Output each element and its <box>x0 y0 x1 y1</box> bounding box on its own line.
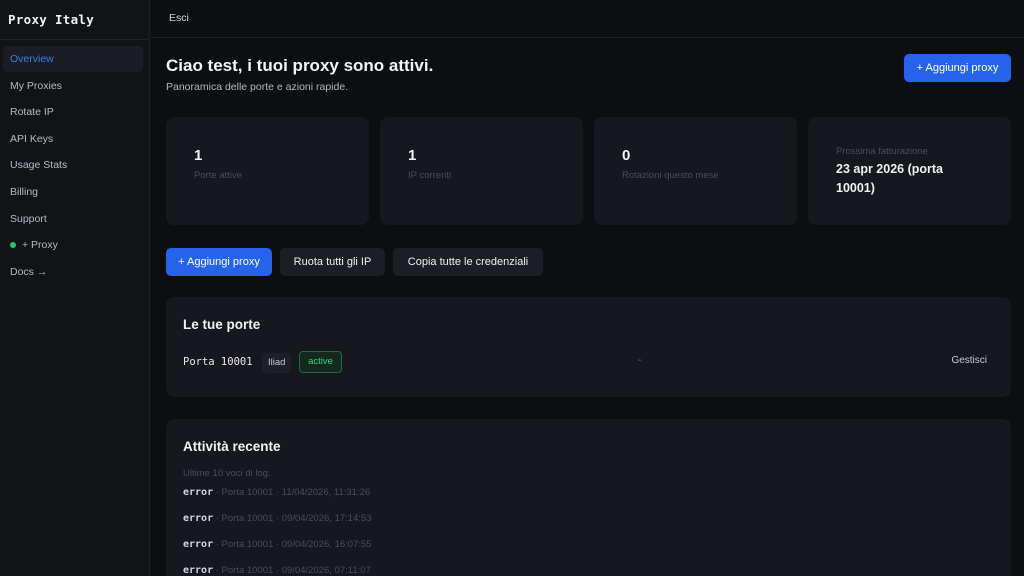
stat-label: Rotazioni questo mese <box>622 170 719 181</box>
sidebar-item-api-keys[interactable]: API Keys <box>3 126 143 152</box>
add-proxy-header-button[interactable]: + Aggiungi proxy <box>904 54 1011 82</box>
sidebar-nav: Overview My Proxies Rotate IP API Keys U… <box>0 40 149 285</box>
sidebar-item-label: Support <box>10 212 47 225</box>
log-level: error <box>183 487 214 498</box>
status-badge: active <box>299 351 342 373</box>
sidebar-item-billing[interactable]: Billing <box>3 179 143 205</box>
billing-value: 23 apr 2026 (porta 10001) <box>836 162 943 195</box>
stat-card-current-ips: 1 IP correnti <box>380 117 583 225</box>
stat-label: Porte attive <box>194 170 243 181</box>
ports-panel-title: Le tue porte <box>183 317 261 332</box>
port-extra: - <box>638 355 642 366</box>
log-level: error <box>183 513 214 524</box>
ports-panel: Le tue porte Porta 10001 Iliad active - … <box>166 297 1011 397</box>
page-title: Ciao test, i tuoi proxy sono attivi. <box>166 56 434 75</box>
sidebar: Proxy Italy Overview My Proxies Rotate I… <box>0 0 150 576</box>
sidebar-item-overview[interactable]: Overview <box>3 46 143 72</box>
topbar: Esci <box>151 0 1024 38</box>
copy-credentials-button[interactable]: Copia tutte le credenziali <box>393 248 543 276</box>
log-list: error · Porta 10001 · 11/04/2026, 11:31:… <box>183 487 372 576</box>
manage-link[interactable]: Gestisci <box>951 355 987 366</box>
stats-row: 1 Porte attive 1 IP correnti 0 Rotazioni… <box>166 117 1011 225</box>
log-level: error <box>183 539 214 550</box>
log-item: error · Porta 10001 · 09/04/2026, 16:07:… <box>183 539 372 565</box>
brand-logo: Proxy Italy <box>0 0 149 40</box>
log-level: error <box>183 565 214 576</box>
log-item: error · Porta 10001 · 09/04/2026, 07:11:… <box>183 565 372 576</box>
carrier-badge: Iliad <box>262 353 292 373</box>
activity-panel: Attività recente Ultime 10 voci di log. … <box>166 419 1011 576</box>
sidebar-item-add-proxy[interactable]: + Proxy <box>3 232 143 258</box>
log-item: error · Porta 10001 · 11/04/2026, 11:31:… <box>183 487 372 513</box>
log-caption: Ultime 10 voci di log. <box>183 468 271 479</box>
sidebar-item-label: My Proxies <box>10 79 62 92</box>
sidebar-item-label: Usage Stats <box>10 159 68 172</box>
port-name: Porta 10001 <box>183 356 253 368</box>
rotate-all-ips-button[interactable]: Ruota tutti gli IP <box>280 248 385 276</box>
log-text: · Porta 10001 · 09/04/2026, 16:07:55 <box>213 539 372 550</box>
billing-label: Prossima fatturazione <box>836 146 928 157</box>
log-text: · Porta 10001 · 11/04/2026, 11:31:26 <box>213 487 371 498</box>
sidebar-item-support[interactable]: Support <box>3 206 143 232</box>
sidebar-item-docs[interactable]: Docs → <box>3 259 143 285</box>
status-dot-icon <box>10 242 16 249</box>
sidebar-item-label: Rotate IP <box>10 106 54 119</box>
stat-value: 0 <box>622 147 631 164</box>
add-proxy-button[interactable]: + Aggiungi proxy <box>166 248 272 276</box>
log-text: · Porta 10001 · 09/04/2026, 07:11:07 <box>213 565 371 576</box>
sidebar-item-usage-stats[interactable]: Usage Stats <box>3 152 143 178</box>
stat-card-rotations: 0 Rotazioni questo mese <box>594 117 797 225</box>
sidebar-item-rotate-ip[interactable]: Rotate IP <box>3 99 143 125</box>
stat-card-next-billing: Prossima fatturazione 23 apr 2026 (porta… <box>808 117 1011 225</box>
activity-panel-title: Attività recente <box>183 439 281 454</box>
log-text: · Porta 10001 · 09/04/2026, 17:14:53 <box>213 513 372 524</box>
stat-label: IP correnti <box>408 170 452 181</box>
log-item: error · Porta 10001 · 09/04/2026, 17:14:… <box>183 513 372 539</box>
page-subtitle: Panoramica delle porte e azioni rapide. <box>166 81 349 93</box>
sidebar-item-label: Docs → <box>10 265 48 278</box>
sidebar-item-label: Billing <box>10 185 39 198</box>
stat-value: 1 <box>194 147 203 164</box>
stat-card-active-ports: 1 Porte attive <box>166 117 369 225</box>
logout-link[interactable]: Esci <box>169 12 189 24</box>
sidebar-item-label: + Proxy <box>22 239 58 252</box>
sidebar-item-label: API Keys <box>10 132 54 145</box>
sidebar-item-my-proxies[interactable]: My Proxies <box>3 73 143 99</box>
stat-value: 1 <box>408 147 417 164</box>
sidebar-item-label: Overview <box>10 53 54 65</box>
